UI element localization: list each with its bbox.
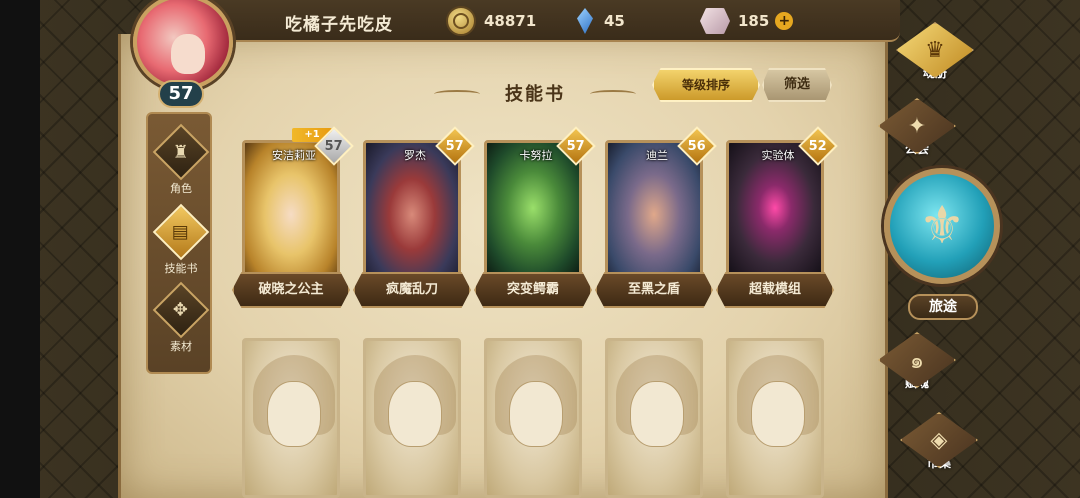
filter-button[interactable]: 筛选 <box>762 68 832 102</box>
nav-item-skillbook[interactable]: ▤ 技能书 <box>148 203 214 276</box>
blue-crystal-icon <box>574 6 596 36</box>
skill-card[interactable]: 罗杰 57 疯魔乱刀 <box>353 126 475 312</box>
menu-soul-book-button[interactable]: ♛ 魂册 <box>880 22 990 81</box>
left-nav: ♜ 角色 ▤ 技能书 ✥ 素材 <box>146 112 212 374</box>
player-name: 吃橘子先吃皮 <box>285 15 393 35</box>
stone-currency: 185 + <box>700 6 794 36</box>
skill-name: 疯魔乱刀 <box>353 272 471 308</box>
hero-level: 57 <box>566 138 586 154</box>
card-portrait-frame: 罗杰 <box>363 140 461 276</box>
skill-card[interactable]: 迪兰 56 至黑之盾 <box>595 126 717 312</box>
skill-card[interactable]: 安洁莉亚 +1 57 破晓之公主 <box>232 126 354 312</box>
left-screen-edge <box>0 0 40 498</box>
title-flourish-left <box>434 90 480 98</box>
beast-icon: ✥ <box>152 281 210 339</box>
player-avatar-block[interactable]: 57 <box>118 0 244 118</box>
nav-item-label: 角色 <box>170 182 192 195</box>
hero-level: 56 <box>687 138 707 154</box>
skill-card[interactable]: 卡努拉 57 突变鳄霸 <box>474 126 596 312</box>
card-portrait-frame: 迪兰 <box>605 140 703 276</box>
card-portrait-frame: 实验体 <box>726 140 824 276</box>
card-portrait-frame: 安洁莉亚 <box>242 140 340 276</box>
sketch-face <box>267 381 321 447</box>
card-portrait-frame: 卡努拉 <box>484 140 582 276</box>
menu-guild-button[interactable]: ✦ 公会 <box>862 98 972 157</box>
add-stone-button[interactable]: + <box>775 12 794 30</box>
player-level-badge: 57 <box>158 80 204 108</box>
sketch-face <box>509 381 563 447</box>
locked-card[interactable] <box>605 338 703 498</box>
menu-market-button[interactable]: ◈ 市集 <box>884 412 994 471</box>
sort-by-level-button[interactable]: 等级排序 <box>652 68 760 102</box>
gold-coin-icon <box>446 6 476 36</box>
nav-item-label: 素材 <box>170 340 192 353</box>
locked-card[interactable] <box>242 338 340 498</box>
title-flourish-right <box>590 90 636 98</box>
nav-item-materials[interactable]: ✥ 素材 <box>148 281 214 354</box>
locked-card[interactable] <box>363 338 461 498</box>
crystal-amount: 45 <box>604 12 625 30</box>
hero-level: 52 <box>808 138 828 154</box>
gold-amount: 48871 <box>484 12 537 30</box>
sketch-face <box>630 381 684 447</box>
crystal-currency: 45 <box>574 6 625 36</box>
menu-infuse-soul-button[interactable]: ๑ 赋魂 <box>862 332 972 391</box>
pink-stone-icon <box>700 8 730 34</box>
hero-level: 57 <box>445 138 465 154</box>
skill-name: 破晓之公主 <box>232 272 350 308</box>
sketch-face <box>751 381 805 447</box>
menu-label: 旅途 <box>908 294 978 320</box>
page-title-row: 技能书 <box>430 80 640 106</box>
locked-card[interactable] <box>484 338 582 498</box>
gold-currency: 48871 <box>446 6 536 36</box>
page-title: 技能书 <box>505 84 565 105</box>
skill-name: 突变鳄霸 <box>474 272 592 308</box>
skill-card[interactable]: 实验体 52 超载模组 <box>716 126 838 312</box>
hero-level: 57 <box>324 138 344 154</box>
skill-name: 至黑之盾 <box>595 272 713 308</box>
journey-emblem-icon: ⚜ <box>884 168 1000 284</box>
helmet-icon: ♜ <box>152 123 210 181</box>
sketch-face <box>388 381 442 447</box>
stone-amount: 185 <box>738 12 770 30</box>
nav-item-label: 技能书 <box>164 262 198 275</box>
avatar[interactable] <box>133 0 233 90</box>
skill-name: 超载模组 <box>716 272 834 308</box>
book-icon: ▤ <box>152 203 210 261</box>
menu-journey-button[interactable]: ⚜ 旅途 <box>884 168 1002 320</box>
nav-item-character[interactable]: ♜ 角色 <box>148 123 214 196</box>
locked-card[interactable] <box>726 338 824 498</box>
